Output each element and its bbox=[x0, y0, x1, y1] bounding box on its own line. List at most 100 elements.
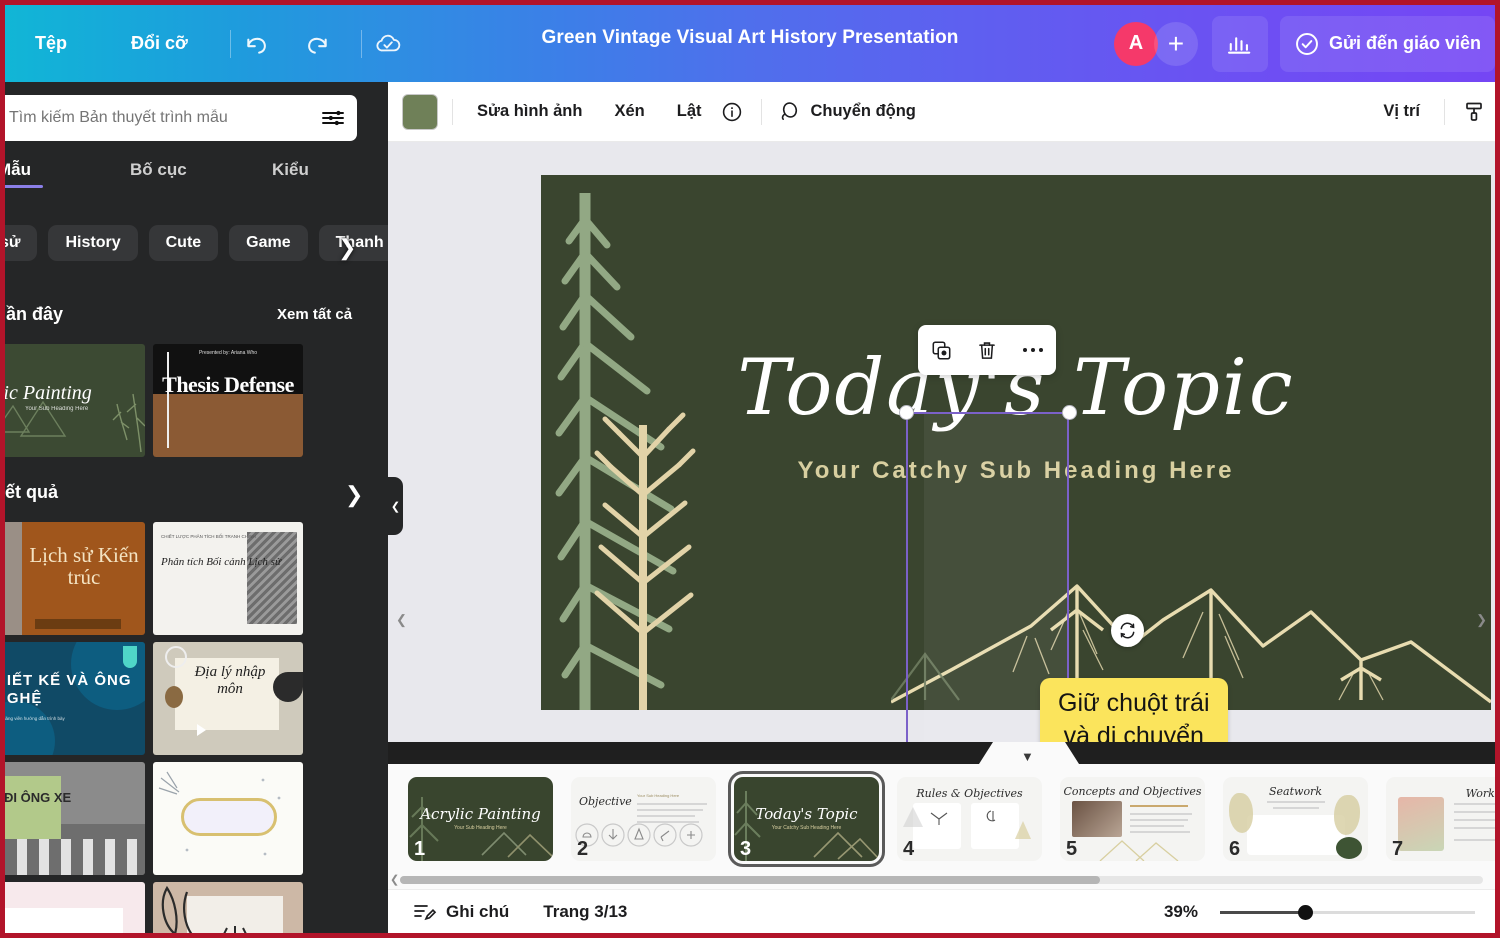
results-row-4: LARANA bbox=[5, 882, 303, 933]
template-card[interactable] bbox=[153, 762, 303, 875]
element-context-toolbar bbox=[918, 325, 1056, 375]
slide-number: 4 bbox=[903, 838, 915, 860]
zoom-slider-knob[interactable] bbox=[1298, 905, 1313, 920]
top-header-bar: Tệp Đổi cỡ Green Vintage Visual Art Hist… bbox=[5, 5, 1495, 82]
plus-icon[interactable]: + bbox=[1153, 21, 1198, 66]
scrollbar-thumb[interactable] bbox=[400, 876, 1100, 884]
slide-thumbnail-strip: Acrylic Painting Your Sub Heading Here 1… bbox=[388, 764, 1495, 889]
template-card-title: Thesis Defense bbox=[162, 372, 294, 397]
trash-icon[interactable] bbox=[972, 335, 1002, 365]
toolbar-divider-3 bbox=[1444, 98, 1445, 125]
check-circle-icon bbox=[1295, 32, 1318, 55]
cloud-saved-icon[interactable] bbox=[368, 24, 408, 64]
tree-graphic bbox=[551, 175, 711, 710]
avatar[interactable]: A bbox=[1113, 21, 1158, 66]
animate-button[interactable]: Chuyển động bbox=[806, 95, 925, 128]
template-card[interactable]: Presented by: Ariana Who Thesis Defense bbox=[153, 344, 303, 457]
slide-number: 7 bbox=[1392, 838, 1404, 860]
tooltip-line-1: Giữ chuột trái bbox=[1058, 689, 1210, 717]
zoom-slider-track bbox=[1304, 911, 1475, 914]
slide-thumbnail-2[interactable]: Objective Your Sub Heading Here 2 bbox=[571, 777, 716, 861]
template-card[interactable]: LARANA bbox=[153, 882, 303, 933]
play-icon[interactable] bbox=[197, 724, 206, 736]
resize-handle-top-right[interactable] bbox=[1062, 405, 1077, 420]
template-card[interactable]: HIẾT KẾ VÀ ÔNG NGHỆ Giảng viên hướng dẫn… bbox=[5, 642, 145, 755]
slide-number: 3 bbox=[740, 838, 752, 860]
slide-thumbnail-4[interactable]: Rules & Objectives 4 bbox=[897, 777, 1042, 861]
duplicate-icon[interactable] bbox=[926, 335, 956, 365]
resize-handle-top-left[interactable] bbox=[899, 405, 914, 420]
slide-thumb-subtitle: Your Catchy Sub Heading Here bbox=[771, 825, 842, 831]
bar-chart-icon[interactable] bbox=[1211, 15, 1268, 72]
recent-thumbnails: ylic Painting Your Sub Heading Here Pres… bbox=[5, 344, 303, 457]
toolbar-divider-2 bbox=[761, 98, 763, 125]
file-menu-button[interactable]: Tệp bbox=[21, 25, 81, 62]
header-divider-1 bbox=[229, 29, 231, 58]
position-button[interactable]: Vị trí bbox=[1373, 95, 1430, 128]
rotate-icon[interactable] bbox=[1111, 614, 1144, 647]
slide-thumbnail-3[interactable]: Today's Topic Your Catchy Sub Heading He… bbox=[728, 771, 885, 867]
sidebar-collapse-button[interactable]: ❮ bbox=[388, 477, 403, 535]
slide-thumbnail-5[interactable]: Concepts and Objectives 5 bbox=[1060, 777, 1205, 861]
strip-scrollbar[interactable]: ❮ bbox=[388, 873, 1495, 887]
slide-thumbnail-6[interactable]: Seatwork 6 bbox=[1223, 777, 1368, 861]
results-row-3: N ĐI ÔNG XE bbox=[5, 762, 303, 875]
canvas-prev-arrow[interactable]: ❮ bbox=[396, 612, 407, 628]
template-card[interactable]: Địa lý nhập môn bbox=[153, 642, 303, 755]
template-card-title: Lịch sử Kiến trúc bbox=[29, 543, 139, 590]
search-input[interactable] bbox=[9, 109, 321, 127]
chevron-down-icon[interactable]: ▼ bbox=[1021, 749, 1034, 764]
see-all-link[interactable]: Xem tất cả bbox=[277, 306, 352, 323]
slide-thumbnail-1[interactable]: Acrylic Painting Your Sub Heading Here 1 bbox=[408, 777, 553, 861]
toolbar-right-group: Vị trí bbox=[1373, 95, 1495, 128]
send-to-teacher-button[interactable]: Gửi đến giáo viên bbox=[1279, 15, 1495, 72]
bottom-status-bar: Ghi chú Trang 3/13 39% bbox=[388, 889, 1495, 933]
zoom-value: 39% bbox=[1163, 902, 1198, 921]
tooltip-line-2: và di chuyển bbox=[1063, 721, 1204, 743]
notes-icon bbox=[414, 904, 437, 920]
chip-cute[interactable]: Cute bbox=[148, 225, 219, 261]
search-bar[interactable] bbox=[5, 95, 357, 141]
color-swatch-button[interactable] bbox=[402, 93, 438, 130]
template-card-subtitle: Your Sub Heading Here bbox=[25, 406, 89, 412]
more-horizontal-icon[interactable] bbox=[1018, 335, 1048, 365]
edit-image-button[interactable]: Sửa hình ảnh bbox=[467, 95, 592, 128]
canva-editor-window: Tệp Đổi cỡ Green Vintage Visual Art Hist… bbox=[0, 0, 1500, 938]
resize-button[interactable]: Đổi cỡ bbox=[117, 25, 202, 62]
template-card[interactable] bbox=[5, 882, 145, 933]
notes-button[interactable]: Ghi chú bbox=[404, 896, 518, 928]
chip-su[interactable]: sử bbox=[5, 225, 38, 261]
tab-style[interactable]: Kiểu bbox=[272, 160, 309, 188]
crop-button[interactable]: Xén bbox=[604, 95, 654, 128]
transparency-icon[interactable] bbox=[1459, 97, 1489, 127]
template-card[interactable]: ylic Painting Your Sub Heading Here bbox=[5, 344, 145, 457]
redo-icon[interactable] bbox=[297, 24, 337, 64]
tab-templates[interactable]: Mẫu bbox=[5, 160, 43, 188]
template-card-title: HIẾT KẾ VÀ ÔNG NGHỆ bbox=[5, 672, 132, 707]
chevron-right-icon[interactable]: ❯ bbox=[345, 482, 363, 508]
slide-number: 2 bbox=[577, 838, 589, 860]
template-card[interactable]: N ĐI ÔNG XE bbox=[5, 762, 145, 875]
tab-layout[interactable]: Bố cục bbox=[130, 160, 187, 188]
template-card-title: N ĐI ÔNG XE bbox=[5, 790, 72, 805]
scroll-left-icon[interactable]: ❮ bbox=[390, 873, 399, 886]
template-card[interactable]: CHIẾT LƯỢC PHÂN TÍCH BỐI TRANH CHÍNH Phâ… bbox=[153, 522, 303, 635]
chip-game[interactable]: Game bbox=[229, 225, 308, 261]
animate-icon[interactable] bbox=[776, 97, 806, 127]
canvas-area[interactable]: Today's Topic Your Catchy Sub Heading He… bbox=[388, 142, 1495, 742]
info-circle-icon[interactable] bbox=[717, 97, 747, 127]
sliders-icon[interactable] bbox=[321, 108, 345, 128]
template-card[interactable]: Lịch sử Kiến trúc bbox=[5, 522, 145, 635]
zoom-control: 39% bbox=[1163, 890, 1475, 933]
zoom-slider[interactable] bbox=[1220, 903, 1475, 921]
undo-icon[interactable] bbox=[237, 24, 277, 64]
chevron-right-icon[interactable]: ❯ bbox=[338, 235, 356, 261]
canvas-next-arrow[interactable]: ❯ bbox=[1476, 612, 1487, 628]
results-row-2: HIẾT KẾ VÀ ÔNG NGHỆ Giảng viên hướng dẫn… bbox=[5, 642, 303, 755]
slide-thumbnails: Acrylic Painting Your Sub Heading Here 1… bbox=[408, 771, 1495, 867]
flip-button[interactable]: Lật bbox=[667, 95, 712, 128]
chip-history[interactable]: History bbox=[48, 225, 138, 261]
recent-section-title: gần đây bbox=[5, 304, 64, 324]
header-right-group: A + Gửi đến giáo viên bbox=[1113, 15, 1495, 72]
slide-thumbnail-7[interactable]: Worksheet 7 bbox=[1386, 777, 1495, 861]
